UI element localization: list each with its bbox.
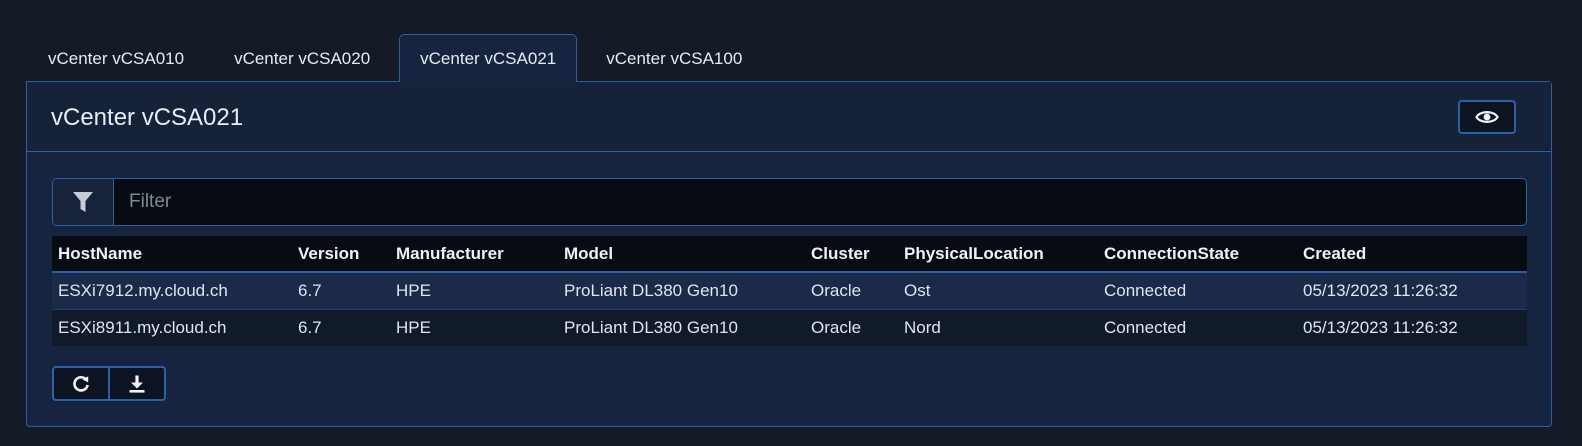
panel-header: vCenter vCSA021 xyxy=(27,82,1551,152)
table-actions xyxy=(52,366,166,401)
cell-created: 05/13/2023 11:26:32 xyxy=(1297,308,1527,346)
cell-version: 6.7 xyxy=(292,271,390,309)
cell-physicallocation: Ost xyxy=(898,271,1098,309)
toggle-visibility-button[interactable] xyxy=(1458,100,1516,134)
cell-connectionstate: Connected xyxy=(1098,271,1297,309)
hosts-table: HostName Version Manufacturer Model Clus… xyxy=(52,236,1527,346)
cell-connectionstate: Connected xyxy=(1098,308,1297,346)
column-header-version[interactable]: Version xyxy=(292,236,390,273)
filter-input[interactable] xyxy=(114,179,1526,225)
table-row[interactable]: ESXi8911.my.cloud.ch 6.7 HPE ProLiant DL… xyxy=(52,308,1527,346)
column-header-cluster[interactable]: Cluster xyxy=(805,236,898,273)
cell-created: 05/13/2023 11:26:32 xyxy=(1297,271,1527,309)
column-header-manufacturer[interactable]: Manufacturer xyxy=(390,236,558,273)
table-row[interactable]: ESXi7912.my.cloud.ch 6.7 HPE ProLiant DL… xyxy=(52,271,1527,309)
cell-cluster: Oracle xyxy=(805,271,898,309)
download-icon xyxy=(129,375,145,393)
cell-hostname: ESXi7912.my.cloud.ch xyxy=(52,271,292,309)
filter-icon-box xyxy=(53,179,114,225)
table-header-row: HostName Version Manufacturer Model Clus… xyxy=(52,236,1527,273)
refresh-icon xyxy=(73,375,89,392)
column-header-created[interactable]: Created xyxy=(1297,236,1527,273)
cell-model: ProLiant DL380 Gen10 xyxy=(558,271,805,309)
column-header-physicallocation[interactable]: PhysicalLocation xyxy=(898,236,1098,273)
tab-vcsa010[interactable]: vCenter vCSA010 xyxy=(27,34,205,82)
cell-hostname: ESXi8911.my.cloud.ch xyxy=(52,308,292,346)
vcenter-panel: vCenter vCSA021 Host xyxy=(26,81,1552,427)
column-header-model[interactable]: Model xyxy=(558,236,805,273)
tab-bar: vCenter vCSA010 vCenter vCSA020 vCenter … xyxy=(27,34,771,82)
column-header-hostname[interactable]: HostName xyxy=(52,236,292,273)
cell-model: ProLiant DL380 Gen10 xyxy=(558,308,805,346)
refresh-button[interactable] xyxy=(52,366,110,401)
cell-physicallocation: Nord xyxy=(898,308,1098,346)
filter-bar xyxy=(52,178,1527,226)
tab-vcsa020[interactable]: vCenter vCSA020 xyxy=(213,34,391,82)
download-button[interactable] xyxy=(108,366,166,401)
cell-manufacturer: HPE xyxy=(390,308,558,346)
tab-vcsa021[interactable]: vCenter vCSA021 xyxy=(399,34,578,82)
panel-title: vCenter vCSA021 xyxy=(51,104,244,131)
cell-manufacturer: HPE xyxy=(390,271,558,309)
eye-icon xyxy=(1475,111,1499,123)
tab-vcsa100[interactable]: vCenter vCSA100 xyxy=(585,34,763,82)
cell-version: 6.7 xyxy=(292,308,390,346)
column-header-connectionstate[interactable]: ConnectionState xyxy=(1098,236,1297,273)
filter-icon xyxy=(73,192,93,212)
cell-cluster: Oracle xyxy=(805,308,898,346)
